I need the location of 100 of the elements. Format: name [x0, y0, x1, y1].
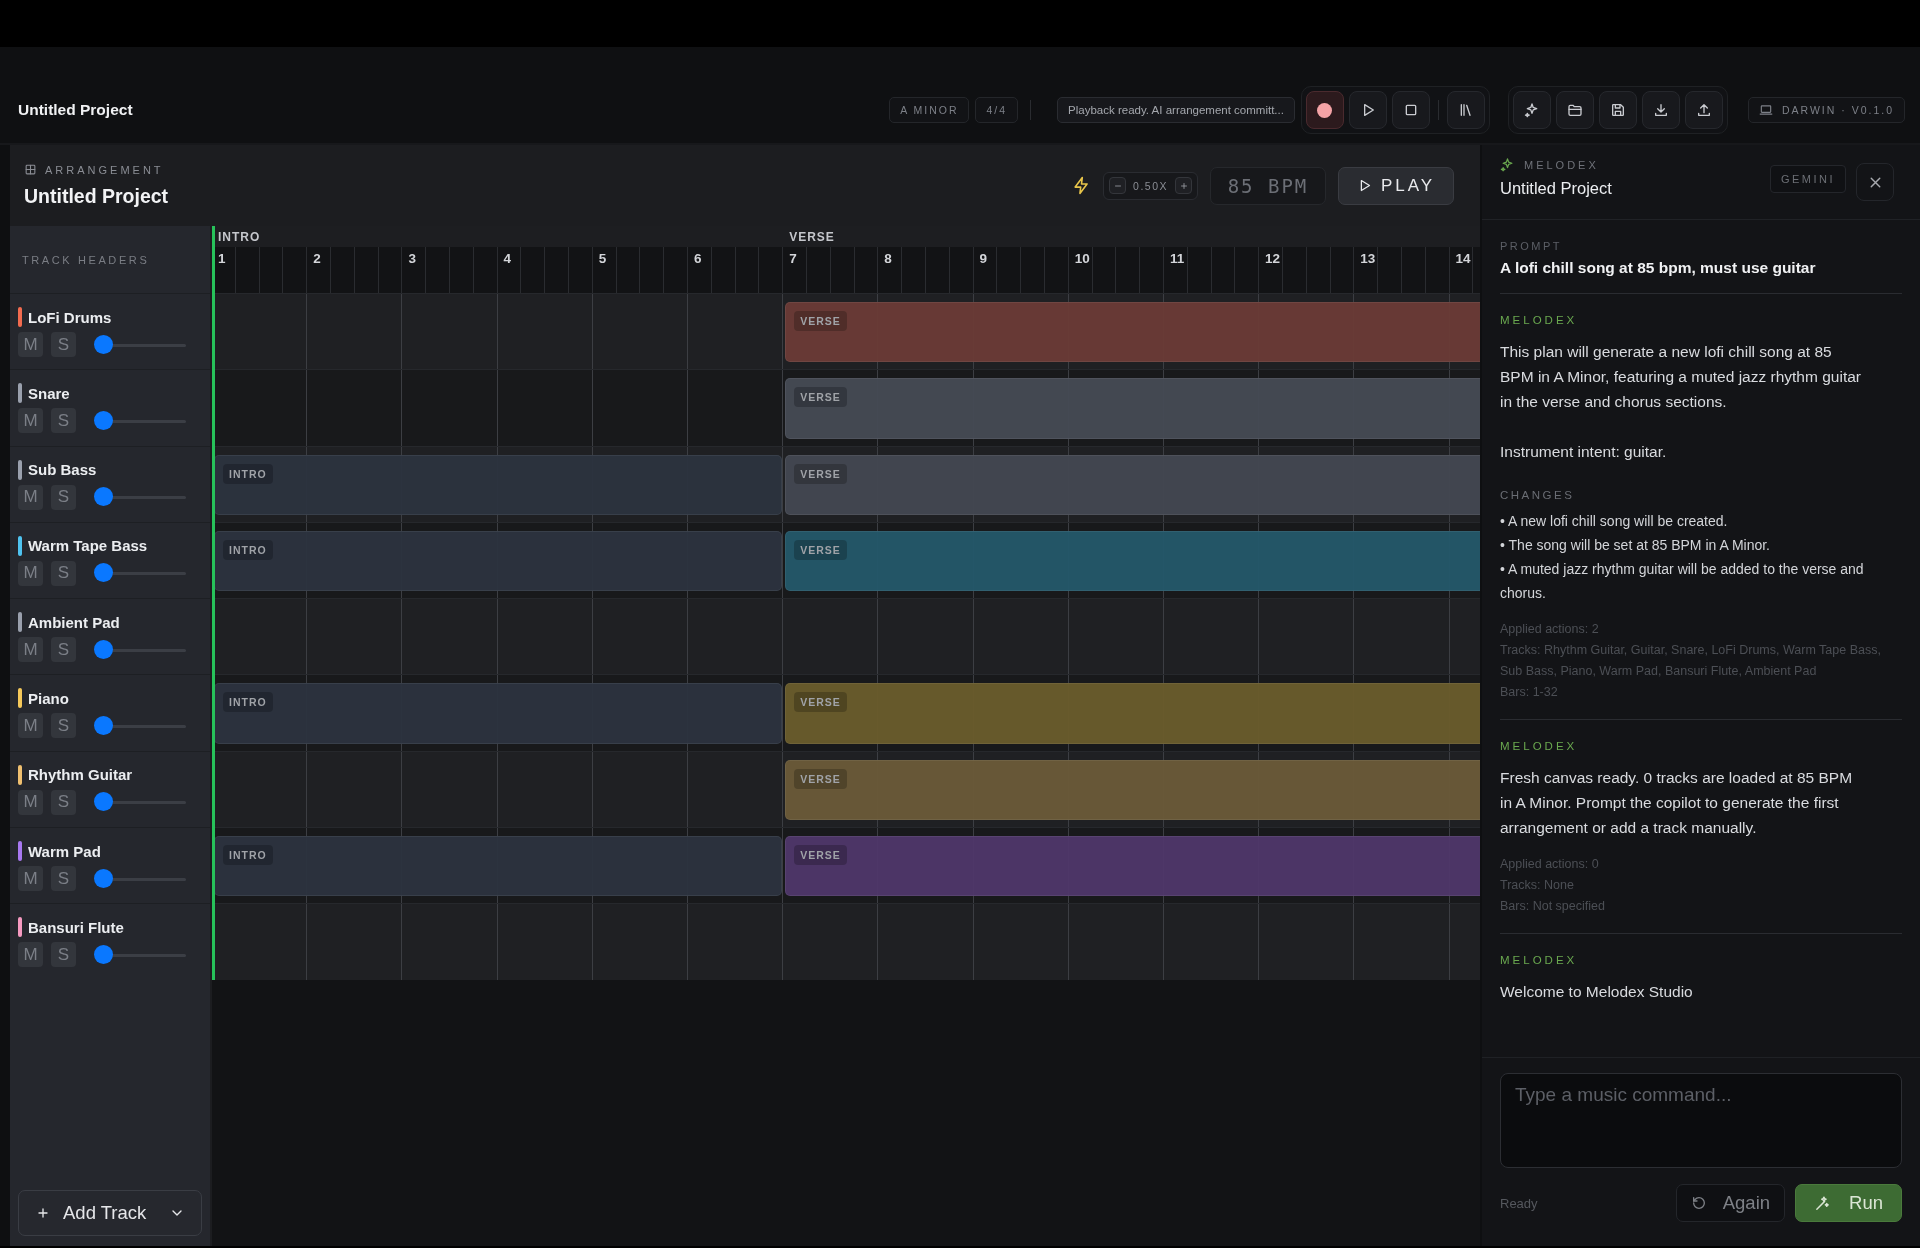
meta-text: Applied actions: 0 [1500, 856, 1600, 873]
download-button[interactable] [1641, 91, 1680, 129]
track-name: Rhythm Guitar [28, 766, 133, 784]
zoom-value: 0.50X [1133, 179, 1168, 192]
mute-button[interactable]: M [18, 713, 43, 739]
change-item: • A muted jazz rhythm guitar will be added to the verse and chorus. [1500, 560, 1865, 603]
mute-button[interactable]: M [18, 637, 43, 663]
track-name: LoFi Drums [28, 308, 112, 326]
meta-text: Bars: Not specified [1500, 898, 1606, 915]
model-badge: GEMINI [1769, 165, 1846, 193]
solo-button[interactable]: S [51, 484, 76, 510]
solo-button[interactable]: S [51, 637, 76, 663]
bar-number: 10 [1073, 250, 1091, 268]
mute-button[interactable]: M [18, 789, 43, 815]
volume-slider[interactable] [94, 716, 186, 736]
play-button[interactable]: PLAY [1338, 166, 1454, 205]
clip-label: VERSE [794, 311, 847, 331]
project-title: Untitled Project [1500, 179, 1612, 198]
solo-button[interactable]: S [51, 866, 76, 892]
track-name: Bansuri Flute [28, 918, 124, 936]
change-item: • A new lofi chill song will be created. [1500, 512, 1729, 531]
track-name: Warm Tape Bass [28, 537, 148, 555]
slider-thumb[interactable] [94, 563, 113, 583]
clip-label: INTRO [223, 539, 273, 560]
clip-label: VERSE [794, 692, 847, 713]
volume-slider[interactable] [94, 487, 186, 508]
mute-button[interactable]: M [18, 560, 43, 586]
mute-button[interactable]: M [18, 332, 43, 357]
again-button[interactable]: Again [1675, 1184, 1786, 1222]
solo-button[interactable]: S [51, 789, 76, 815]
bar-number: 11 [1168, 250, 1186, 268]
play-button[interactable] [1348, 91, 1387, 129]
bar-number: 4 [502, 250, 513, 268]
volume-slider[interactable] [94, 410, 186, 431]
meta-text: Tracks: Rhythm Guitar, Guitar, Snare, LoFi Drums, Warm Tape Bass, Sub Bass, Piano, Warm Pad, Bansuri Flute, Ambient Pad [1500, 642, 1882, 680]
bar-number: 1 [217, 250, 227, 268]
slider-thumb[interactable] [94, 487, 113, 507]
record-icon [1317, 102, 1333, 118]
clip-label: VERSE [794, 539, 847, 560]
change-item: • The song will be set at 85 BPM in A Minor. [1500, 536, 1771, 555]
track-name: Snare [28, 384, 70, 402]
volume-slider[interactable] [94, 792, 186, 813]
solo-button[interactable]: S [51, 560, 76, 586]
laptop-icon [1758, 103, 1773, 117]
slider-thumb[interactable] [94, 639, 113, 659]
status-text: Ready [1500, 1195, 1538, 1211]
zoom-in-button[interactable] [1175, 177, 1192, 194]
panel-label: ARRANGEMENT [45, 163, 164, 176]
volume-slider[interactable] [94, 944, 186, 965]
bar-number: 9 [978, 250, 988, 268]
volume-slider[interactable] [94, 563, 186, 584]
track-name: Ambient Pad [28, 613, 120, 631]
solo-button[interactable]: S [51, 408, 76, 434]
message-author: MELODEX [1500, 954, 1579, 966]
library-button[interactable] [1446, 91, 1485, 129]
clip-label: INTRO [223, 692, 273, 713]
record-button[interactable] [1305, 91, 1344, 129]
slider-thumb[interactable] [94, 410, 113, 430]
project-title: Untitled Project [18, 101, 133, 119]
plus-icon [1178, 180, 1189, 191]
add-track-button[interactable]: Add Track [18, 1190, 202, 1236]
mute-button[interactable]: M [18, 942, 43, 968]
volume-slider[interactable] [94, 639, 186, 660]
open-button[interactable] [1555, 91, 1594, 129]
volume-slider[interactable] [94, 868, 186, 889]
refresh-icon [1690, 1195, 1707, 1211]
slider-thumb[interactable] [94, 868, 113, 888]
volume-slider[interactable] [94, 334, 186, 355]
mute-button[interactable]: M [18, 484, 43, 510]
arrangement-title: Untitled Project [24, 185, 169, 208]
key-badge: A MINOR [889, 97, 970, 123]
mute-button[interactable]: M [18, 408, 43, 434]
command-input[interactable]: Type a music command... [1500, 1073, 1902, 1168]
clip-label: INTRO [223, 845, 273, 866]
bar-number: 2 [312, 250, 322, 268]
bar-number: 13 [1359, 250, 1377, 268]
run-button[interactable]: Run [1795, 1184, 1902, 1222]
slider-thumb[interactable] [94, 792, 113, 812]
sparkle-icon [1500, 157, 1515, 172]
column-label: TRACK HEADERS [21, 252, 151, 268]
upload-icon [1695, 102, 1712, 118]
export-button[interactable] [1684, 91, 1723, 129]
stop-button[interactable] [1391, 91, 1430, 129]
bar-number: 3 [407, 250, 417, 268]
zoom-out-button[interactable] [1109, 177, 1127, 194]
save-button[interactable] [1598, 91, 1637, 129]
clip-label: VERSE [794, 845, 847, 866]
solo-button[interactable]: S [51, 942, 76, 968]
close-button[interactable] [1856, 163, 1894, 201]
brand-label: MELODEX [1524, 158, 1599, 171]
track-name: Warm Pad [28, 842, 101, 860]
slider-thumb[interactable] [94, 716, 113, 735]
ai-button[interactable] [1512, 91, 1551, 129]
solo-button[interactable]: S [51, 713, 76, 739]
bar-number: 8 [883, 250, 893, 268]
mute-button[interactable]: M [18, 866, 43, 892]
slider-thumb[interactable] [94, 944, 113, 964]
slider-thumb[interactable] [94, 334, 113, 354]
message-text: This plan will generate a new lofi chill song at 85 BPM in A Minor, featuring a muted jazz rhythm guitar in the verse and chorus sections. [1500, 342, 1862, 412]
solo-button[interactable]: S [51, 332, 76, 357]
